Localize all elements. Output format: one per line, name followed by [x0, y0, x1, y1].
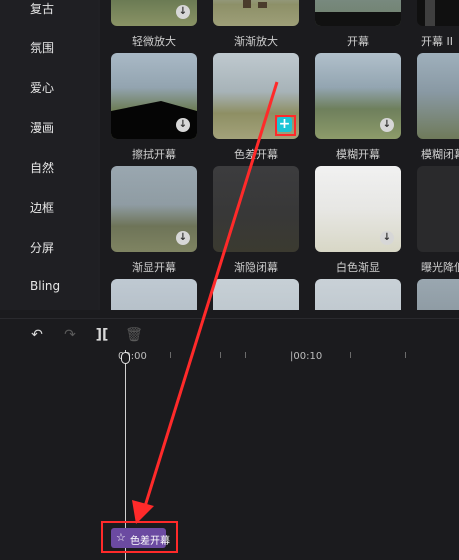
effect-thumb[interactable]: [417, 279, 459, 310]
effect-thumb-curtain-open[interactable]: [315, 0, 401, 26]
effect-label: 开幕: [347, 35, 369, 48]
redo-icon[interactable]: ↷: [61, 326, 79, 344]
effect-label: 渐显开幕: [132, 261, 176, 274]
effect-label: 轻微放大: [132, 35, 176, 48]
sidebar-item-love[interactable]: 爱心: [30, 79, 54, 96]
effect-label: 色差开幕: [234, 148, 278, 161]
add-button-highlight: [275, 115, 296, 136]
effect-label: 模糊闭幕: [421, 148, 459, 161]
clip-highlight: [101, 521, 178, 553]
effect-label: 白色渐显: [336, 261, 380, 274]
effect-thumb[interactable]: [111, 279, 197, 310]
effect-thumb-curtain-open-2[interactable]: [417, 0, 459, 26]
effect-thumb-gradual-zoom[interactable]: [213, 0, 299, 26]
effect-label: 擦拭开幕: [132, 148, 176, 161]
effect-label: 渐隐闭幕: [234, 261, 278, 274]
effect-label: 模糊开幕: [336, 148, 380, 161]
effect-thumb-wipe-open[interactable]: ↓: [111, 53, 197, 139]
effect-thumb-fade-in-open[interactable]: ↓: [111, 166, 197, 252]
effect-label: 曝光降低: [421, 261, 459, 274]
effect-label: 开幕 II: [421, 35, 453, 48]
sidebar-item-retro[interactable]: 复古: [30, 0, 54, 17]
ruler-tick: [405, 352, 406, 358]
sidebar-item-bling[interactable]: Bling: [30, 279, 60, 293]
download-icon[interactable]: ↓: [176, 231, 190, 245]
sidebar-item-nature[interactable]: 自然: [30, 159, 54, 176]
timeline-ruler: [0, 350, 459, 366]
playhead-handle[interactable]: [121, 352, 130, 364]
delete-icon[interactable]: 🗑: [125, 326, 143, 344]
effect-thumb-slight-zoom[interactable]: ↓: [111, 0, 197, 26]
effects-grid: ↓ 轻微放大 渐渐放大 开幕 开幕 II ↓ 擦拭开幕 + 色差开幕 ↓ 模糊开…: [100, 0, 459, 310]
effect-thumb[interactable]: [315, 279, 401, 310]
ruler-tick: [350, 352, 351, 358]
effects-panel: 复古 氛围 爱心 漫画 自然 边框 分屏 Bling ↓ 轻微放大 渐渐放大 开…: [0, 0, 459, 310]
effect-thumb-blur-open[interactable]: ↓: [315, 53, 401, 139]
effect-thumb-blur-close[interactable]: [417, 53, 459, 139]
effect-thumb-exposure-down[interactable]: [417, 166, 459, 252]
ruler-tick: [220, 352, 221, 358]
ruler-tick: [245, 352, 246, 358]
deer-silhouette: [243, 0, 267, 8]
effect-thumb-chromatic-open[interactable]: +: [213, 53, 299, 139]
download-icon[interactable]: ↓: [176, 118, 190, 132]
effect-thumb[interactable]: [213, 279, 299, 310]
effect-thumb-fade-out-close[interactable]: [213, 166, 299, 252]
sidebar-item-split-screen[interactable]: 分屏: [30, 239, 54, 256]
effects-category-sidebar: 复古 氛围 爱心 漫画 自然 边框 分屏 Bling: [0, 0, 98, 310]
effect-thumb-white-fade-in[interactable]: ↓: [315, 166, 401, 252]
sidebar-item-comic[interactable]: 漫画: [30, 119, 54, 136]
sidebar-item-border[interactable]: 边框: [30, 199, 54, 216]
download-icon[interactable]: ↓: [380, 231, 394, 245]
download-icon[interactable]: ↓: [380, 118, 394, 132]
download-icon[interactable]: ↓: [176, 5, 190, 19]
undo-icon[interactable]: ↶: [28, 326, 46, 344]
ruler-tick: [170, 352, 171, 358]
split-icon[interactable]: ][: [93, 326, 111, 344]
timeline-toolbar: ↶ ↷ ][ 🗑: [0, 318, 459, 351]
timeline-track-area[interactable]: [0, 366, 459, 560]
sidebar-item-atmosphere[interactable]: 氛围: [30, 39, 54, 56]
time-label-10s: |00:10: [290, 351, 323, 362]
effect-label: 渐渐放大: [234, 35, 278, 48]
